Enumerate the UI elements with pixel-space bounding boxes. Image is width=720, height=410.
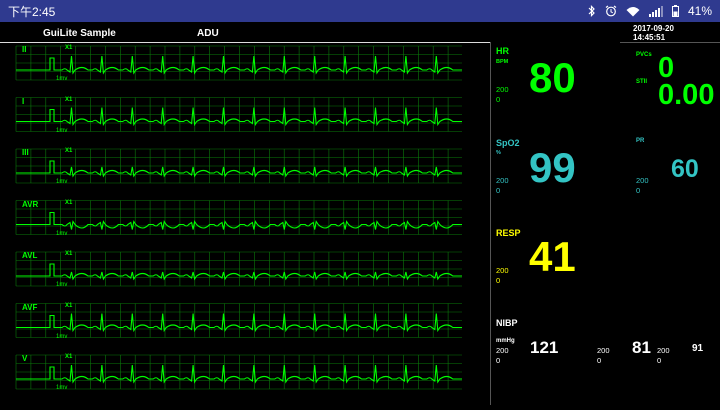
spo2-label: SpO2 [496,138,520,148]
date-text: 2017-09-20 [633,24,674,33]
status-icons: 41% [588,4,712,18]
resp-scale: 200 0 [496,266,509,286]
pvcs-label: PVCs [636,52,652,58]
spo2-low: 0 [496,186,501,195]
mv-label: 1mv [56,333,68,340]
nibp-mean-scale: 200 0 [657,346,670,366]
ecg-waveform [16,107,462,127]
nibp-sys-low: 0 [496,356,501,365]
time-text: 14:45:51 [633,33,666,42]
pr-low: 0 [636,186,641,195]
ecg-waveform [16,313,462,333]
resp-label: RESP [496,228,521,238]
spo2-unit: % [496,150,501,156]
gain-label: X1 [65,199,73,206]
gain-label: X1 [65,45,73,51]
gain-label: X1 [65,148,73,154]
gain-label: X1 [65,302,73,309]
panel-divider [490,42,491,405]
header-divider [0,42,490,43]
lead-label: AVL [22,251,38,260]
lead-label: AVR [22,199,39,209]
ecg-wave-canvas [15,45,462,390]
ecg-waveform [16,55,462,75]
datetime-divider [620,42,720,43]
ecg-waveform [16,364,462,384]
ecg-waveform [16,211,462,230]
app-mode: ADU [197,28,219,39]
hr-value: 80 [529,54,576,101]
nibp-dia-scale: 200 0 [597,346,610,366]
mv-label: 1mv [56,76,68,82]
wifi-icon [626,6,640,17]
hr-label: HR [496,46,509,56]
status-bar: 下午2:45 41% [0,0,720,22]
nibp-unit: mmHg [496,338,515,344]
mv-label: 1mv [56,385,68,391]
pr-scale: 200 0 [636,176,649,196]
lead-label: AVF [22,302,38,312]
battery-percent: 41% [687,4,712,18]
mv-label: 1mv [56,179,68,185]
lead-label: III [22,148,29,157]
lead-label: I [22,96,25,106]
nibp-mean-value: 91 [692,343,704,354]
cellular-signal-icon [648,5,663,17]
gain-label: X1 [65,354,73,360]
app-header: GuiLite Sample ADU [0,22,720,42]
pr-value: 60 [671,155,699,183]
spo2-value: 99 [529,144,576,191]
spo2-scale: 200 0 [496,176,509,196]
gain-label: X1 [65,96,73,103]
bluetooth-icon [588,5,596,17]
spo2-high: 200 [496,176,509,185]
nibp-label: NIBP [496,318,518,328]
gain-label: X1 [65,251,73,257]
lead-label: II [22,45,27,54]
resp-high: 200 [496,266,509,275]
st-label: STII [636,79,648,85]
lead-label: V [22,354,28,363]
ecg-waveform [16,263,462,281]
app-title: GuiLite Sample [43,28,116,39]
resp-value: 41 [529,233,576,280]
ecg-wave-panel: II X1 1mv I X1 1mv III X1 1mv AVR X1 1mv AVL X1 1mv AVF… [0,44,490,405]
nibp-dia-high: 200 [597,346,610,355]
datetime: 2017-09-20 14:45:51 [633,24,674,42]
nibp-sys-value: 121 [530,338,559,357]
hr-low: 0 [496,95,501,104]
hr-unit: BPM [496,59,509,65]
ecg-waveform [16,160,462,178]
battery-icon [671,5,679,17]
st-value: 0.00 [658,79,715,111]
alarm-clock-icon [605,5,617,17]
mv-label: 1mv [56,127,68,134]
mv-label: 1mv [56,282,68,288]
hr-scale: 200 0 [496,85,509,105]
nibp-mean-high: 200 [657,346,670,355]
nibp-mean-low: 0 [657,356,662,365]
nibp-dia-low: 0 [597,356,602,365]
resp-low: 0 [496,276,501,285]
pr-label: PR [636,138,645,144]
pr-high: 200 [636,176,649,185]
status-time: 下午2:45 [8,4,56,19]
hr-high: 200 [496,85,509,94]
nibp-sys-high: 200 [496,346,509,355]
mv-label: 1mv [56,230,68,237]
nibp-dia-value: 81 [632,338,651,357]
nibp-sys-scale: 200 0 [496,346,509,366]
